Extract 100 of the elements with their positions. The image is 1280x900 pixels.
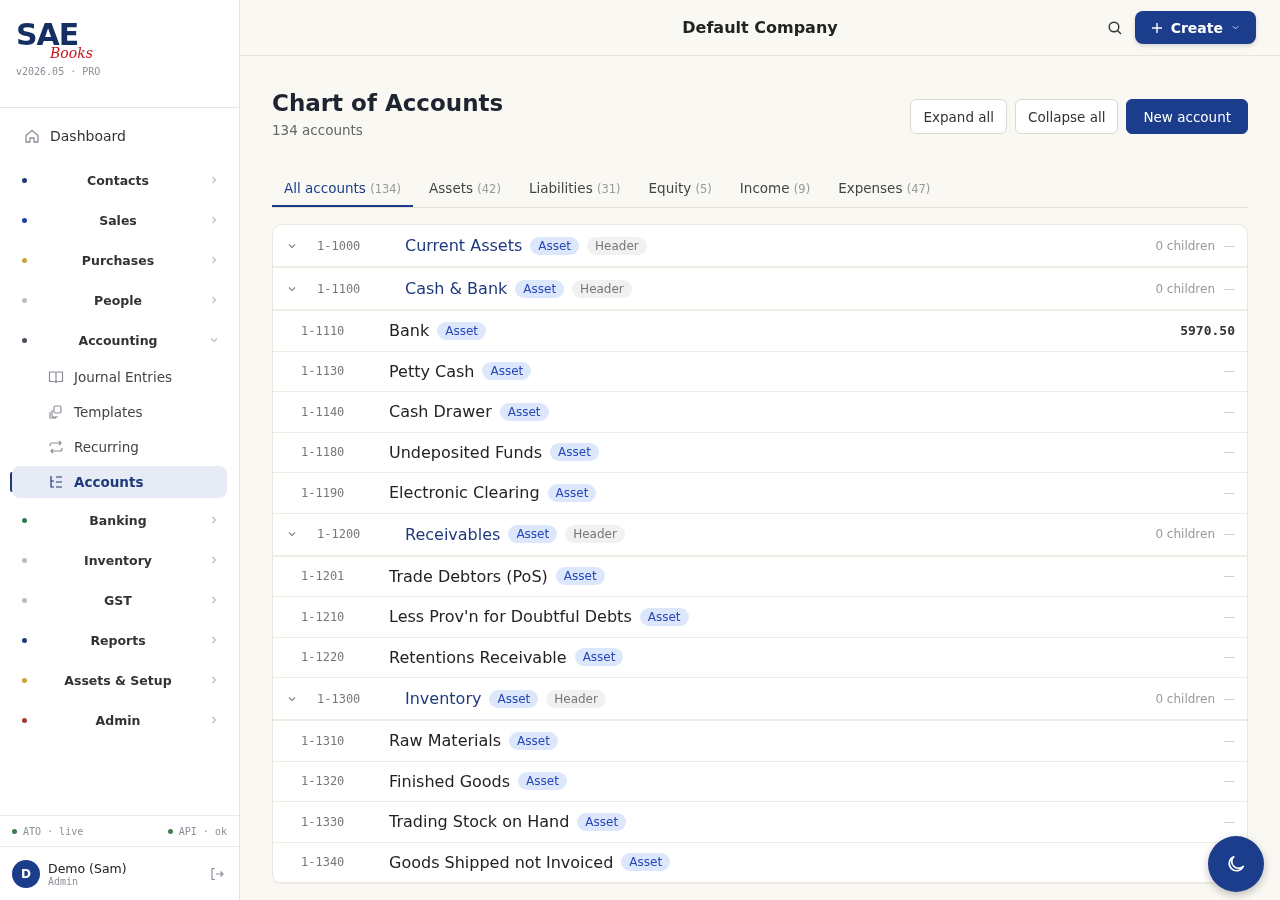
account-code: 1-1320: [301, 774, 346, 789]
nav-group[interactable]: Banking: [12, 500, 227, 540]
account-name: Finished Goods: [389, 771, 511, 791]
account-code: 1-1300: [317, 691, 362, 706]
nav-subitem[interactable]: Accounts: [12, 466, 227, 498]
balance: —: [1223, 650, 1235, 665]
account-name: Petty Cash: [389, 361, 475, 381]
type-tag: Asset: [550, 443, 599, 462]
home-icon: [24, 128, 40, 144]
account-code: 1-1330: [301, 814, 346, 829]
floating-theme-button[interactable]: [1208, 836, 1264, 892]
children-count: 0 children: [1155, 238, 1215, 253]
account-name: Goods Shipped not Invoiced: [389, 852, 614, 872]
nav-group[interactable]: Contacts: [12, 160, 227, 200]
page-title: Chart of Accounts: [272, 90, 504, 116]
account-name: Inventory: [405, 689, 482, 708]
account-count: 134 accounts: [272, 122, 364, 138]
balance: —: [1223, 814, 1235, 829]
nav-item[interactable]: Dashboard: [12, 120, 227, 152]
account-name: Electronic Clearing: [389, 483, 540, 503]
account-code: 1-1190: [301, 485, 346, 500]
logout-icon[interactable]: [209, 865, 225, 882]
type-tag: Asset: [621, 853, 671, 872]
balance: —: [1223, 691, 1235, 706]
children-count: 0 children: [1155, 527, 1215, 541]
nav-group[interactable]: Purchases: [12, 240, 227, 280]
copy-icon: [48, 404, 64, 420]
create-button[interactable]: Create: [1134, 11, 1256, 44]
account-name: Less Prov'n for Doubtful Debts: [389, 607, 632, 627]
tab[interactable]: Assets (42): [417, 170, 513, 207]
type-tag: Asset: [499, 402, 549, 421]
balance: —: [1223, 445, 1235, 460]
tab[interactable]: Expenses (47): [826, 170, 943, 207]
type-tag: Asset: [508, 525, 558, 543]
tab[interactable]: Liabilities (31): [516, 170, 633, 207]
account-name: Cash & Bank: [405, 279, 508, 298]
account-name: Current Assets: [405, 236, 523, 255]
account-code: 1-1140: [301, 404, 346, 419]
account-name: Bank: [389, 321, 430, 341]
nav-subitem[interactable]: Journal Entries: [12, 361, 227, 393]
children-count: 0 children: [1155, 281, 1215, 296]
search-icon[interactable]: [1106, 19, 1123, 36]
caret-icon: [1231, 23, 1240, 32]
type-tag: Asset: [639, 607, 689, 626]
balance: —: [1223, 485, 1235, 500]
balance: —: [1223, 569, 1235, 584]
account-name: Retentions Receivable: [389, 647, 567, 667]
type-tag: Asset: [555, 567, 605, 586]
nav-group[interactable]: Admin: [12, 700, 227, 740]
account-name: Undeposited Funds: [389, 442, 543, 462]
user-avatar: D: [12, 859, 40, 888]
type-tag: Asset: [518, 772, 567, 791]
type-tag: Asset: [437, 321, 486, 340]
header-tag: Header: [587, 236, 647, 255]
nav-group[interactable]: GST: [12, 580, 227, 620]
account-code: 1-1180: [301, 445, 346, 460]
account-name: Cash Drawer: [389, 402, 492, 422]
version-label: v2026.05 · PRO: [16, 66, 102, 77]
account-name: Raw Materials: [389, 731, 502, 751]
type-tag: Asset: [515, 279, 565, 298]
chevron-down-icon[interactable]: [287, 529, 297, 539]
account-code: 1-1100: [317, 281, 362, 296]
toolbar-button[interactable]: Expand all: [910, 99, 1008, 134]
nav-subitem[interactable]: Recurring: [12, 431, 227, 463]
account-name: Trading Stock on Hand: [389, 812, 570, 832]
user-role: Admin: [48, 875, 80, 887]
tab[interactable]: Income (9): [727, 170, 823, 207]
type-tag: Asset: [577, 812, 627, 831]
status-label: ATO · live: [23, 825, 84, 837]
nav-group[interactable]: People: [12, 280, 227, 320]
type-tag: Asset: [489, 689, 539, 708]
children-count: 0 children: [1155, 691, 1215, 706]
account-code: 1-1200: [317, 527, 362, 541]
user-name: Demo (Sam): [48, 860, 128, 876]
type-tag: Asset: [530, 236, 580, 255]
account-code: 1-1201: [301, 569, 346, 584]
header-tag: Header: [565, 525, 625, 543]
new-account-button[interactable]: New account: [1126, 99, 1248, 134]
balance: —: [1223, 404, 1235, 419]
account-code: 1-1310: [301, 733, 346, 748]
account-code: 1-1340: [301, 855, 346, 870]
type-tag: Asset: [509, 731, 558, 750]
balance: —: [1223, 281, 1235, 296]
tab[interactable]: All accounts (134): [272, 170, 414, 207]
book-icon: [48, 369, 64, 385]
account-code: 1-1220: [301, 650, 346, 665]
nav-group[interactable]: Assets & Setup: [12, 660, 227, 700]
balance: —: [1223, 364, 1235, 379]
tab[interactable]: Equity (5): [636, 170, 724, 207]
nav-subitem[interactable]: Templates: [12, 396, 227, 428]
list-tree-icon: [48, 474, 64, 490]
logo: SAE Books: [16, 20, 93, 60]
toolbar-button[interactable]: Collapse all: [1015, 99, 1119, 134]
nav-group[interactable]: Accounting: [12, 320, 227, 360]
header-tag: Header: [546, 689, 606, 708]
nav-group[interactable]: Inventory: [12, 540, 227, 580]
nav-group[interactable]: Sales: [12, 200, 227, 240]
account-name: Receivables: [405, 524, 501, 544]
account-code: 1-1130: [301, 364, 346, 379]
nav-group[interactable]: Reports: [12, 620, 227, 660]
